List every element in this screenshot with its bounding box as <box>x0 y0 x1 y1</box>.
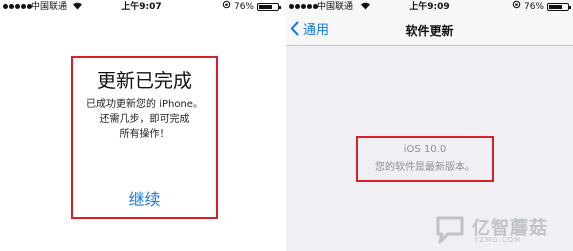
update-status-box: iOS 10.0 您的软件是最新版本。 <box>356 136 494 182</box>
status-bar: 中国联通 上午9:07 76% <box>0 0 283 14</box>
battery-icon <box>257 3 281 11</box>
navigation-bar: 通用 软件更新 <box>286 14 573 46</box>
watermark-subtext: YZMG.COM <box>474 236 522 244</box>
battery-percent: 76% <box>523 2 544 12</box>
ios-version-label: iOS 10.0 <box>403 144 447 155</box>
rotation-lock-icon <box>512 0 521 14</box>
left-screen: 中国联通 上午9:07 76% 更新已完成 已成功更新您的 iPhone。 还需… <box>0 0 283 251</box>
continue-button[interactable]: 继续 <box>73 186 216 210</box>
page-title: 软件更新 <box>405 24 454 38</box>
site-watermark: 亿智蘑菇 YZMG.COM <box>434 212 570 248</box>
right-screen: 中国联通 上午9:09 76% 通用 软件更新 iOS 10.0 您的软件是最新… <box>286 0 573 251</box>
rotation-lock-icon <box>222 0 231 14</box>
alert-message-line: 已成功更新您的 iPhone。 <box>86 99 203 110</box>
battery-percent: 76% <box>233 2 254 12</box>
alert-message: 已成功更新您的 iPhone。 还需几步，即可完成 所有操作！ <box>75 97 214 142</box>
alert-message-line: 所有操作！ <box>119 129 170 140</box>
watermark-logo-icon <box>436 216 464 244</box>
up-to-date-message: 您的软件是最新版本。 <box>375 162 475 173</box>
update-complete-alert: 更新已完成 已成功更新您的 iPhone。 还需几步，即可完成 所有操作！ 继续 <box>71 56 218 219</box>
battery-icon <box>547 3 571 11</box>
alert-message-line: 还需几步，即可完成 <box>99 114 190 125</box>
alert-title: 更新已完成 <box>96 70 192 92</box>
status-bar: 中国联通 上午9:09 76% <box>286 0 573 14</box>
